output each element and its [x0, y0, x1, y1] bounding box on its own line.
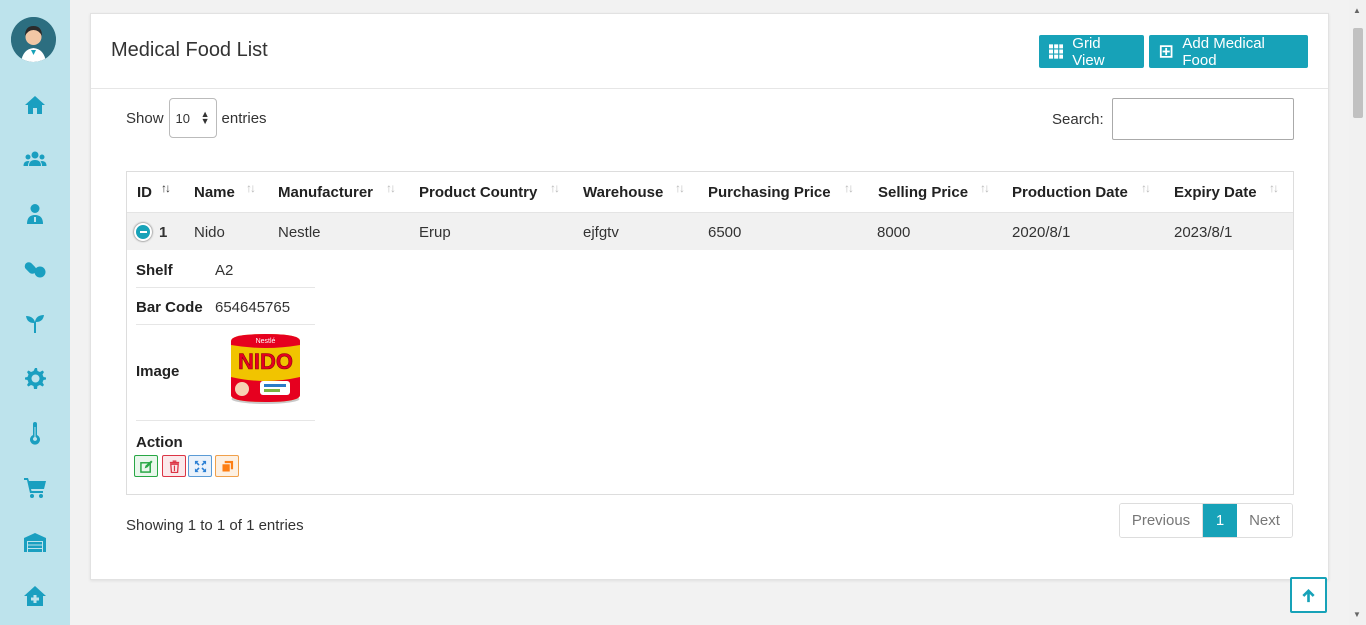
search-control: Search:: [1052, 98, 1294, 140]
sidebar: [0, 0, 70, 625]
scroll-down-arrow-icon[interactable]: ▼: [1353, 610, 1361, 619]
copy-button[interactable]: [215, 455, 239, 477]
collapse-row-icon[interactable]: [134, 223, 152, 241]
cell-warehouse: ejfgtv: [583, 224, 619, 241]
entries-select[interactable]: 10 ▲ ▼: [168, 98, 217, 138]
column-header-expiry-date[interactable]: Expiry Date: [1174, 172, 1257, 212]
expand-button[interactable]: [188, 455, 212, 477]
table-header: ID ↑↓ Name ↑↓ Manufacturer ↑↓ Product Co…: [127, 172, 1293, 212]
column-header-warehouse[interactable]: Warehouse: [583, 172, 663, 212]
cell-purchasing-price: 6500: [708, 224, 742, 241]
detail-action: Action: [136, 421, 315, 451]
column-header-selling-price[interactable]: Selling Price: [878, 172, 968, 212]
image-label: Image: [136, 363, 180, 380]
trash-icon: [169, 459, 179, 473]
page-1-button[interactable]: 1: [1203, 504, 1237, 537]
seedling-icon[interactable]: [20, 310, 50, 336]
thermometer-icon[interactable]: [20, 420, 50, 446]
table-row[interactable]: 1 Nido Nestle Erup ejfgtv 6500 8000 2020…: [127, 212, 1293, 250]
detail-shelf: Shelf A2: [136, 250, 315, 288]
gear-icon[interactable]: [20, 365, 50, 391]
svg-text:Nestlé: Nestlé: [256, 338, 276, 345]
cell-selling-price: 8000: [877, 224, 911, 241]
users-icon[interactable]: [20, 146, 50, 172]
detail-image: Image Nestlé NIDO: [136, 325, 315, 421]
expand-icon: [194, 460, 206, 472]
arrow-up-icon: [1302, 588, 1315, 602]
column-header-product-country[interactable]: Product Country: [419, 172, 537, 212]
add-medical-food-label: Add Medical Food: [1182, 34, 1265, 69]
home-icon[interactable]: [20, 92, 50, 118]
grid-view-label: Grid View: [1072, 34, 1105, 69]
cell-expiry-date: 2023/8/1: [1174, 224, 1233, 241]
entries-length-control: Show 10 ▲ ▼ entries: [126, 98, 267, 138]
plus-square-icon: [1159, 45, 1173, 58]
delete-button[interactable]: [162, 455, 186, 477]
warehouse-icon[interactable]: [20, 529, 50, 555]
pills-icon[interactable]: [20, 256, 50, 282]
column-header-manufacturer[interactable]: Manufacturer: [278, 172, 373, 212]
sort-icon[interactable]: ↑↓: [675, 181, 685, 195]
column-header-name[interactable]: Name: [194, 172, 235, 212]
svg-text:NIDO: NIDO: [238, 349, 293, 374]
shelf-label: Shelf: [136, 262, 173, 279]
doctor-icon[interactable]: [20, 201, 50, 227]
next-page-button[interactable]: Next: [1237, 504, 1292, 537]
barcode-value: 654645765: [215, 299, 291, 316]
scrollbar-thumb[interactable]: [1353, 28, 1363, 118]
sort-icon[interactable]: ↑↓: [844, 181, 854, 195]
show-label: Show: [126, 109, 164, 127]
sort-icon[interactable]: ↑↓: [980, 181, 990, 195]
page-title: Medical Food List: [111, 39, 268, 61]
product-image[interactable]: Nestlé NIDO: [228, 331, 303, 405]
scroll-to-top-button[interactable]: [1290, 577, 1327, 613]
cell-id: 1: [159, 224, 168, 241]
pagination: Previous 1 Next: [1119, 503, 1293, 538]
action-label: Action: [136, 434, 183, 451]
avatar[interactable]: [11, 17, 56, 62]
sort-icon[interactable]: ↑↓: [386, 181, 396, 195]
sort-icon[interactable]: ↑↓: [246, 181, 256, 195]
column-header-id[interactable]: ID: [137, 172, 152, 212]
scroll-up-arrow-icon[interactable]: ▲: [1353, 6, 1361, 15]
table-info: Showing 1 to 1 of 1 entries: [126, 517, 304, 534]
medical-food-table: ID ↑↓ Name ↑↓ Manufacturer ↑↓ Product Co…: [126, 171, 1294, 495]
cell-product-country: Erup: [419, 224, 451, 241]
page-scrollbar[interactable]: ▲ ▼: [1349, 0, 1366, 625]
grid-icon: [1049, 44, 1064, 59]
shelf-value: A2: [215, 262, 234, 279]
entries-label: entries: [221, 109, 267, 127]
clinic-icon[interactable]: [20, 583, 50, 609]
column-header-production-date[interactable]: Production Date: [1012, 172, 1128, 212]
cell-manufacturer: Nestle: [278, 224, 321, 241]
row-detail: Shelf A2 Bar Code 654645765 Image Nestlé…: [136, 250, 315, 451]
cell-name: Nido: [194, 224, 225, 241]
sort-icon[interactable]: ↑↓: [1269, 181, 1279, 195]
select-caret-icon: ▲ ▼: [200, 109, 210, 126]
edit-button[interactable]: [134, 455, 158, 477]
add-medical-food-button[interactable]: Add Medical Food: [1149, 34, 1308, 69]
sort-icon[interactable]: ↑↓: [550, 181, 560, 195]
medical-food-card: Medical Food List Grid View Add Medical …: [90, 13, 1329, 580]
card-header: Medical Food List Grid View Add Medical …: [91, 14, 1328, 89]
copy-icon: [220, 460, 233, 473]
cell-production-date: 2020/8/1: [1012, 224, 1071, 241]
column-header-purchasing-price[interactable]: Purchasing Price: [708, 172, 831, 212]
grid-view-button[interactable]: Grid View: [1039, 34, 1144, 69]
barcode-label: Bar Code: [136, 299, 203, 316]
edit-icon: [139, 459, 153, 473]
search-label: Search:: [1052, 110, 1104, 128]
cart-icon[interactable]: [20, 474, 50, 500]
entries-select-value: 10: [175, 110, 190, 126]
search-input[interactable]: [1111, 98, 1294, 140]
detail-barcode: Bar Code 654645765: [136, 288, 315, 325]
previous-page-button[interactable]: Previous: [1120, 504, 1203, 537]
sort-asc-icon[interactable]: ↑↓: [161, 181, 171, 195]
sort-icon[interactable]: ↑↓: [1141, 181, 1151, 195]
